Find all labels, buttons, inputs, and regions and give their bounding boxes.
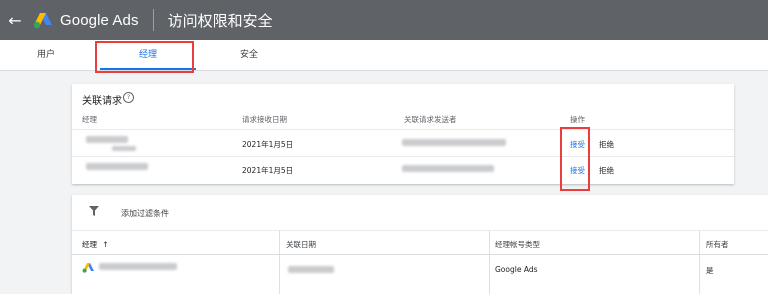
divider <box>72 156 734 157</box>
tab-users[interactable]: 用户 <box>0 40 92 70</box>
redacted-manager-name <box>86 136 128 143</box>
filter-icon[interactable] <box>89 206 99 216</box>
card-title: 关联请求 <box>82 96 122 107</box>
redacted-sender <box>402 165 494 172</box>
managers-table-card <box>72 195 768 294</box>
brand-name: Google Ads <box>60 11 139 29</box>
column-divider <box>699 230 700 294</box>
account-type: Google Ads <box>495 265 538 274</box>
divider <box>152 9 154 31</box>
divider <box>72 254 768 255</box>
redacted-manager-name <box>86 163 148 170</box>
highlight-box <box>560 127 590 191</box>
column-header-owner[interactable]: 所有者 <box>706 239 729 250</box>
column-divider <box>279 230 280 294</box>
help-icon[interactable]: ? <box>123 92 134 103</box>
add-filter-button[interactable]: 添加过滤条件 <box>121 208 169 219</box>
column-header-manager[interactable]: 经理 ↑ <box>82 239 109 250</box>
column-header-sender: 关联请求发送者 <box>404 115 457 124</box>
redacted-manager-name <box>99 263 177 270</box>
divider <box>72 230 768 231</box>
redacted-manager-id <box>112 146 136 151</box>
column-header-action: 操作 <box>570 115 585 124</box>
column-header-label: 经理 <box>82 240 97 249</box>
arrow-back-icon[interactable]: ← <box>2 11 28 30</box>
tab-security[interactable]: 安全 <box>206 40 292 70</box>
reject-link[interactable]: 拒绝 <box>599 165 614 176</box>
sort-ascending-icon: ↑ <box>102 240 109 249</box>
column-header-received-date: 请求接收日期 <box>242 115 287 124</box>
column-header-linked-date[interactable]: 关联日期 <box>286 239 316 250</box>
highlight-box <box>95 41 194 73</box>
tab-label: 用户 <box>36 50 55 60</box>
owner-value: 是 <box>706 266 714 275</box>
request-date: 2021年1月5日 <box>242 140 294 149</box>
tab-label: 安全 <box>239 50 258 60</box>
google-ads-logo <box>33 13 52 29</box>
reject-link[interactable]: 拒绝 <box>599 139 614 150</box>
column-header-manager: 经理 <box>82 115 97 124</box>
column-header-account-type[interactable]: 经理帐号类型 <box>495 239 540 250</box>
request-date: 2021年1月5日 <box>242 166 294 175</box>
page-title: 访问权限和安全 <box>167 11 273 30</box>
google-ads-icon <box>82 263 94 273</box>
link-requests-card: 关联请求 ? 经理 请求接收日期 关联请求发送者 操作 2021年1月5日 接受… <box>72 84 734 184</box>
redacted-sender <box>402 139 506 146</box>
column-divider <box>489 230 490 294</box>
top-app-bar: ← Google Ads 访问权限和安全 <box>0 0 768 40</box>
divider <box>72 129 734 130</box>
redacted-linked-date <box>288 266 334 273</box>
